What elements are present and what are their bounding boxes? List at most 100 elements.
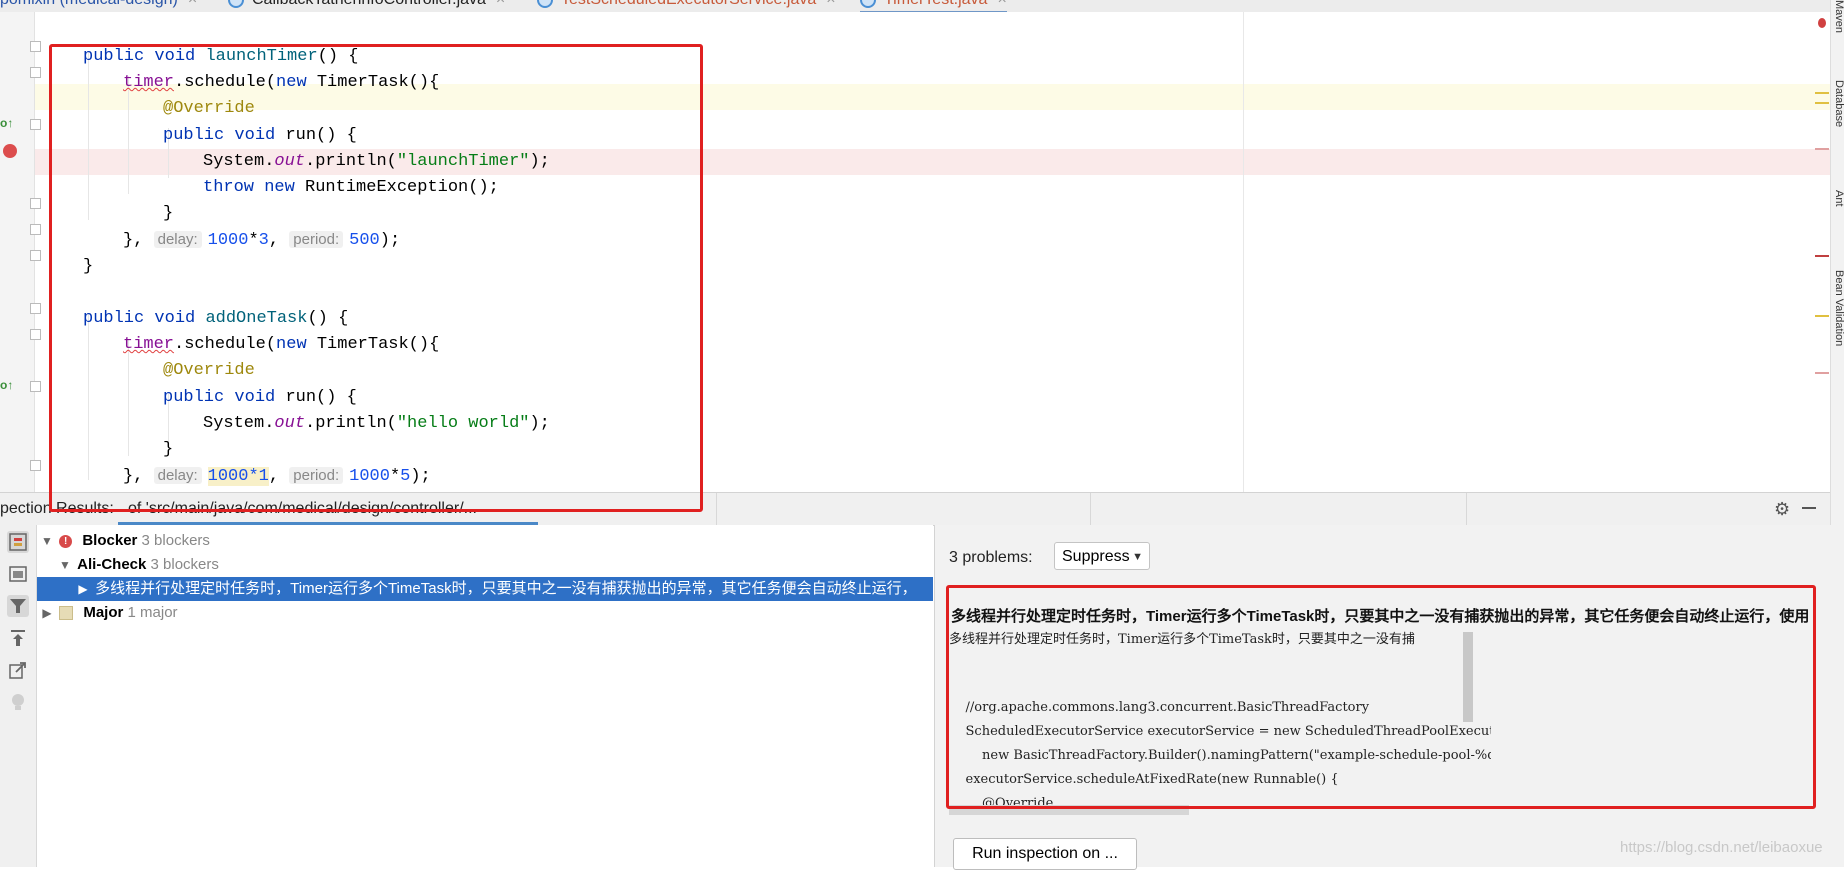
fold-marker[interactable]	[30, 381, 41, 392]
lightbulb-icon[interactable]	[7, 691, 29, 713]
expand-arrow-icon[interactable]: ▼	[39, 529, 55, 553]
fold-marker[interactable]	[30, 67, 41, 78]
code-line[interactable]: public void launchTimer() {	[83, 44, 358, 70]
code-token: out	[274, 413, 306, 433]
code-line[interactable]: System.out.println("hello world");	[203, 411, 550, 437]
parameter-hint: delay:	[153, 467, 202, 485]
code-line[interactable]: @Override	[163, 358, 255, 384]
parameter-hint: period:	[289, 231, 344, 249]
code-line[interactable]: }	[163, 437, 173, 463]
node-count: 3 blockers	[141, 532, 210, 549]
code-token: );	[410, 467, 431, 487]
fold-marker[interactable]	[30, 119, 41, 130]
suppress-label: Suppress	[1062, 548, 1130, 565]
code-token: run() {	[285, 125, 357, 145]
code-token: *	[389, 467, 401, 487]
close-icon[interactable]: ×	[826, 0, 835, 8]
code-token: addOneTask	[205, 309, 308, 328]
error-marker[interactable]	[1815, 372, 1829, 374]
code-token: .println(	[305, 413, 397, 433]
fold-marker[interactable]	[30, 198, 41, 209]
code-token: RuntimeException();	[305, 178, 499, 197]
fold-marker[interactable]	[30, 224, 41, 235]
warning-marker[interactable]	[1815, 92, 1829, 94]
description-line: new BasicThreadFactory.Builder().namingP…	[982, 748, 1491, 763]
code-token: 500	[349, 231, 380, 251]
fold-marker[interactable]	[30, 329, 41, 340]
editor-gutter[interactable]	[0, 12, 34, 492]
code-line[interactable]: public void addOneTask() {	[83, 306, 348, 332]
code-token: ,	[268, 231, 290, 251]
tab-label: TestScheduledExecutorService.java	[561, 0, 816, 8]
gear-icon[interactable]: ⚙	[1774, 500, 1792, 518]
warning-marker[interactable]	[1815, 102, 1829, 104]
warning-marker[interactable]	[1815, 315, 1829, 317]
java-class-icon	[228, 0, 244, 8]
code-line[interactable]: throw new RuntimeException();	[203, 175, 499, 201]
group-by-severity-icon[interactable]	[7, 531, 29, 553]
filter-icon[interactable]	[7, 595, 29, 617]
expand-arrow-icon[interactable]: ▶	[39, 601, 55, 625]
inspection-results-tree[interactable]: ▼ ! Blocker 3 blockers ▼ Ali-Check 3 blo…	[37, 525, 933, 867]
tab-pom[interactable]: pomixin (medical-design) ×	[0, 0, 197, 11]
inspection-scope-tab[interactable]: of 'src/main/java/com/medical/design/con…	[128, 500, 477, 518]
minimize-icon[interactable]	[1802, 507, 1816, 509]
tree-node-ali-check[interactable]: ▼ Ali-Check 3 blockers	[37, 553, 953, 577]
code-line[interactable]: }, delay: 1000*3, period: 500);	[123, 227, 400, 253]
fold-marker[interactable]	[30, 41, 41, 52]
breakpoint-icon[interactable]	[3, 144, 17, 158]
database-tool-button[interactable]: Database	[1831, 80, 1844, 160]
code-line[interactable]: }	[83, 254, 93, 280]
code-line[interactable]: timer.schedule(new TimerTask(){	[123, 332, 439, 358]
vertical-scrollbar[interactable]	[1463, 632, 1473, 722]
tab-test-scheduled-executor[interactable]: TestScheduledExecutorService.java ×	[537, 0, 836, 11]
tree-node-major[interactable]: ▶ Major 1 major	[37, 601, 935, 625]
code-token: public	[83, 309, 155, 328]
code-token: .schedule(	[174, 335, 277, 355]
error-status-icon[interactable]	[1818, 18, 1826, 28]
code-token: }	[83, 256, 94, 276]
right-margin-guide	[1243, 12, 1244, 492]
fold-marker[interactable]	[30, 250, 41, 261]
close-icon[interactable]: ×	[997, 0, 1006, 8]
group-by-directory-icon[interactable]	[7, 563, 29, 585]
tab-label: TimerTest.java	[884, 0, 987, 8]
fold-marker[interactable]	[30, 460, 41, 471]
close-icon[interactable]: ×	[496, 0, 505, 8]
expand-arrow-icon[interactable]: ▼	[57, 553, 73, 577]
divider	[1466, 493, 1467, 525]
code-line[interactable]: public void run() {	[163, 385, 357, 411]
code-line[interactable]: public void run() {	[163, 123, 357, 149]
tree-node-timer-rule[interactable]: ▶ 多线程并行处理定时任务时，Timer运行多个TimeTask时，只要其中之一…	[37, 577, 933, 601]
error-marker[interactable]	[1815, 255, 1829, 257]
tab-callback-controller[interactable]: CallbackTathennfoController.java ×	[228, 0, 505, 11]
code-line[interactable]: timer.schedule(new TimerTask(){	[123, 70, 439, 96]
rule-description-body[interactable]: 多线程并行处理定时任务时，Timer运行多个TimeTask时，只要其中之一没有…	[949, 628, 1491, 828]
node-label: Major	[83, 604, 124, 621]
fold-marker[interactable]	[30, 303, 41, 314]
code-token: 1000	[349, 467, 390, 487]
code-line[interactable]: }, delay: 1000*1, period: 1000*5);	[123, 463, 431, 489]
code-token: timer	[123, 73, 175, 93]
breakpoint-marker[interactable]	[1815, 148, 1829, 150]
horizontal-scrollbar[interactable]	[949, 805, 1189, 815]
maven-tool-button[interactable]: Maven	[1831, 0, 1844, 60]
export-icon[interactable]	[7, 659, 29, 681]
tree-node-blocker[interactable]: ▼ ! Blocker 3 blockers	[37, 529, 935, 553]
close-icon[interactable]: ×	[188, 0, 197, 8]
code-token: TimerTask(){	[316, 335, 440, 355]
code-editor[interactable]: o↑ o↑ public void launchTimer() {timer.s…	[0, 12, 1830, 492]
code-token: run() {	[285, 387, 357, 407]
code-token: () {	[307, 309, 349, 328]
ant-tool-button[interactable]: Ant	[1831, 190, 1844, 230]
expand-arrow-icon[interactable]: ▶	[75, 577, 91, 601]
code-line[interactable]: @Override	[163, 96, 255, 122]
override-method-icon[interactable]: o↑	[0, 116, 13, 130]
suppress-dropdown[interactable]: Suppress ▼	[1054, 542, 1150, 570]
override-method-icon[interactable]: o↑	[0, 378, 13, 392]
bean-validation-tool-button[interactable]: Bean Validation	[1831, 270, 1844, 380]
autoscroll-to-source-icon[interactable]	[7, 627, 29, 649]
run-inspection-button[interactable]: Run inspection on ...	[953, 838, 1137, 870]
code-line[interactable]: System.out.println("launchTimer");	[203, 149, 550, 175]
code-line[interactable]: }	[163, 201, 173, 227]
